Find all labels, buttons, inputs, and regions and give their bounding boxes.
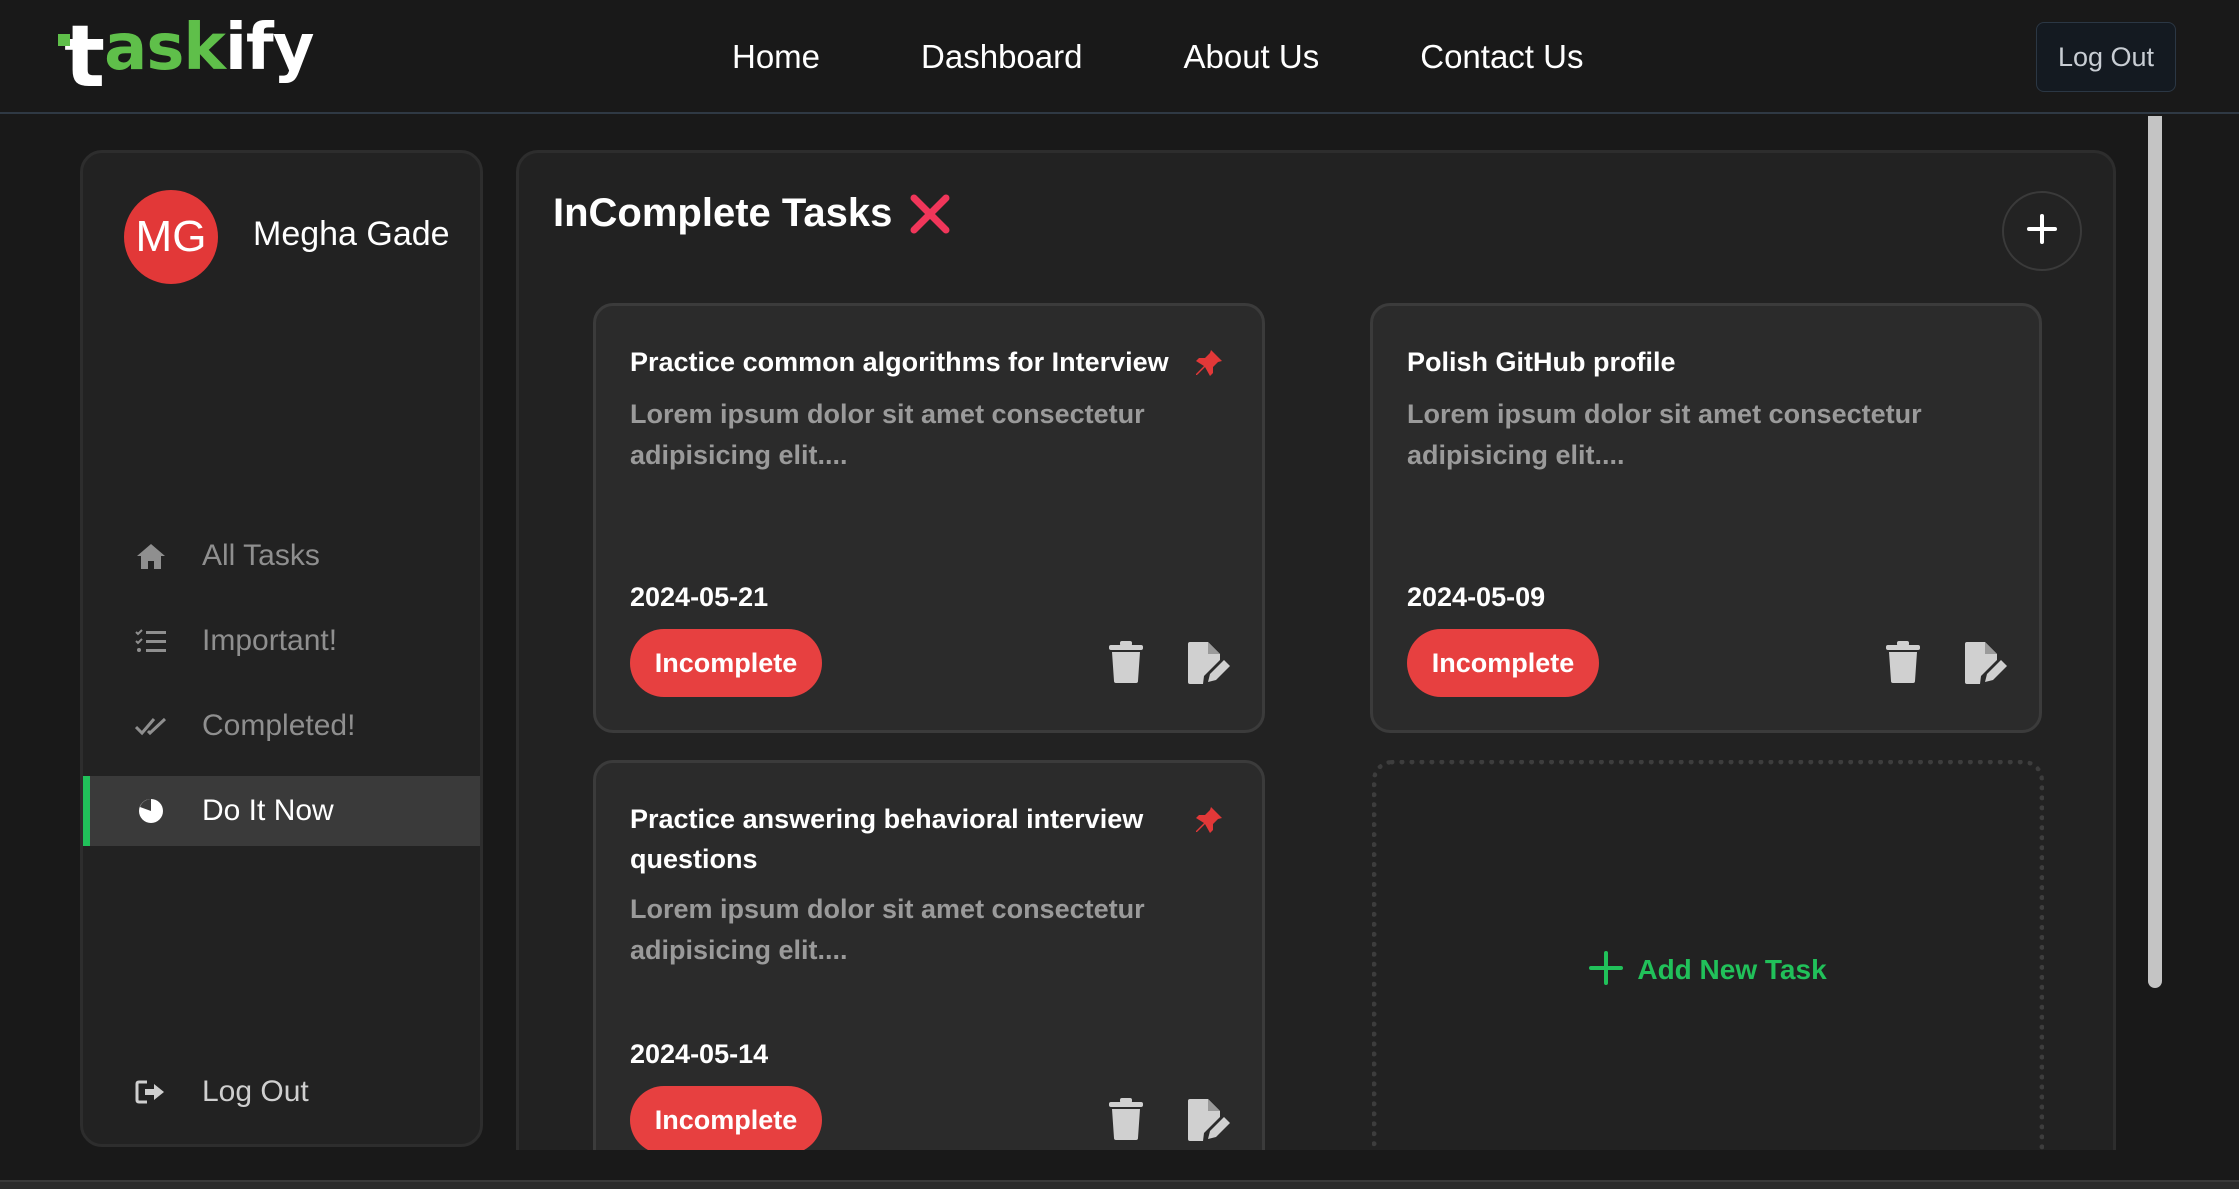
page-title-text: InComplete Tasks <box>553 191 893 235</box>
add-new-task-content: Add New Task <box>1589 950 1827 990</box>
logo-text-ify: ify <box>224 11 314 85</box>
task-title: Practice common algorithms for Interview <box>630 347 1169 377</box>
logo-letter-t: t <box>57 7 105 107</box>
task-card[interactable]: Practice common algorithms for Interview… <box>593 303 1265 733</box>
sidebar-logout-label: Log Out <box>202 1075 309 1108</box>
horizontal-scrollbar[interactable] <box>0 1180 2239 1189</box>
scrollbar-thumb[interactable] <box>2148 116 2162 988</box>
pie-chart-icon <box>135 795 167 827</box>
task-date: 2024-05-09 <box>1407 582 1546 612</box>
nav-link-about-us[interactable]: About Us <box>1183 32 1319 82</box>
list-check-icon <box>135 625 167 657</box>
sidebar-item-label: Important! <box>202 624 338 657</box>
logo-text-ask: ask <box>104 11 226 85</box>
taskify-logo[interactable]: t ask ify <box>57 7 314 108</box>
nav-link-home[interactable]: Home <box>732 32 820 82</box>
task-card[interactable]: Polish GitHub profile Lorem ipsum dolor … <box>1370 303 2042 733</box>
logout-button[interactable]: Log Out <box>2036 22 2176 92</box>
edit-icon[interactable] <box>1963 640 2009 688</box>
task-description: Lorem ipsum dolor sit amet consectetur a… <box>630 894 1145 965</box>
task-title: Practice answering behavioral interview … <box>630 804 1144 874</box>
sidebar-logout[interactable]: Log Out <box>83 1057 480 1127</box>
sidebar-item-completed[interactable]: Completed! <box>83 691 480 761</box>
edit-icon[interactable] <box>1186 640 1232 688</box>
plus-icon <box>1589 950 1624 990</box>
plus-icon <box>2026 213 2058 250</box>
trash-icon[interactable] <box>1108 640 1148 688</box>
avatar[interactable]: MG <box>124 190 218 284</box>
sidebar-item-label: All Tasks <box>202 539 320 572</box>
main-panel: InComplete Tasks Practice common algorit… <box>516 150 2116 1150</box>
sidebar-item-important[interactable]: Important! <box>83 606 480 676</box>
add-new-task-card[interactable]: Add New Task <box>1372 760 2044 1150</box>
nav-link-contact-us[interactable]: Contact Us <box>1420 32 1583 82</box>
status-button[interactable]: Incomplete <box>630 1086 822 1150</box>
double-check-icon <box>135 710 167 742</box>
sidebar-item-label: Do It Now <box>202 794 334 827</box>
user-name: Megha Gade <box>253 215 450 253</box>
add-new-task-label: Add New Task <box>1637 954 1827 985</box>
sidebar-item-all-tasks[interactable]: All Tasks <box>83 521 480 591</box>
pin-icon[interactable] <box>1194 805 1228 839</box>
edit-icon[interactable] <box>1186 1097 1232 1145</box>
status-button[interactable]: Incomplete <box>1407 629 1599 697</box>
sidebar-menu: All Tasks Important! Completed! Do It No… <box>83 521 480 861</box>
task-date: 2024-05-14 <box>630 1039 769 1069</box>
task-description: Lorem ipsum dolor sit amet consectetur a… <box>630 399 1145 470</box>
trash-icon[interactable] <box>1108 1097 1148 1145</box>
add-task-button[interactable] <box>2002 191 2082 271</box>
sidebar: MG Megha Gade All Tasks Important! Compl… <box>80 150 483 1147</box>
nav-link-dashboard[interactable]: Dashboard <box>921 32 1082 82</box>
task-date: 2024-05-21 <box>630 582 769 612</box>
sign-out-icon <box>135 1076 167 1108</box>
page-title: InComplete Tasks <box>553 191 952 236</box>
status-button[interactable]: Incomplete <box>630 629 822 697</box>
task-title: Polish GitHub profile <box>1407 347 1676 377</box>
x-icon <box>908 192 952 236</box>
sidebar-item-do-it-now[interactable]: Do It Now <box>83 776 480 846</box>
sidebar-item-label: Completed! <box>202 709 356 742</box>
pin-icon[interactable] <box>1194 348 1228 382</box>
home-icon <box>135 540 167 572</box>
task-card[interactable]: Practice answering behavioral interview … <box>593 760 1265 1150</box>
top-navbar: t ask ify Home Dashboard About Us Contac… <box>0 0 2239 114</box>
nav-links: Home Dashboard About Us Contact Us <box>732 32 1583 82</box>
task-description: Lorem ipsum dolor sit amet consectetur a… <box>1407 399 1922 470</box>
trash-icon[interactable] <box>1885 640 1925 688</box>
